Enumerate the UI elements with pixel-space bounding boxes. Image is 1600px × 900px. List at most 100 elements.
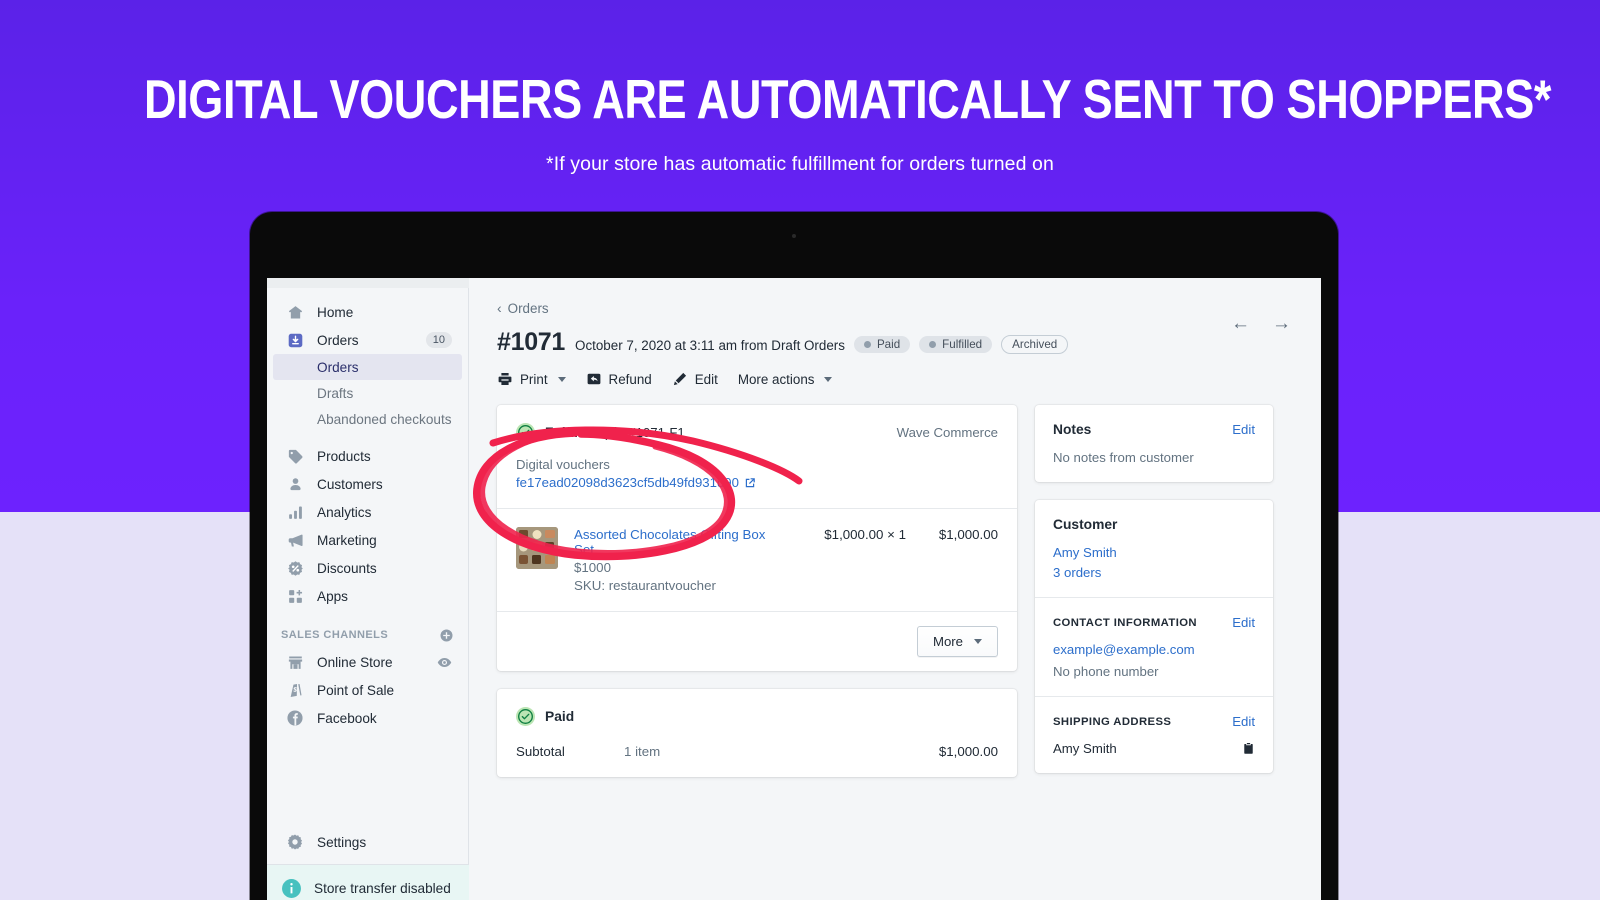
orders-count-badge: 10 <box>425 332 452 348</box>
breadcrumb-label: Orders <box>507 300 549 316</box>
digital-voucher-code: fe17ead02098d3623cf5db49fd931d90 <box>516 475 739 490</box>
line-item-variant: $1000 <box>574 560 611 575</box>
payment-status-row: Paid <box>516 707 998 726</box>
laptop-camera-icon <box>792 234 796 238</box>
edit-button[interactable]: Edit <box>672 371 718 387</box>
refund-button[interactable]: Refund <box>586 371 652 387</box>
fulfillment-count: (1) <box>602 425 620 440</box>
customer-orders-link[interactable]: 3 orders <box>1053 565 1255 580</box>
screen: Home Orders 10 Orders Drafts Abandoned c… <box>267 278 1321 900</box>
sidebar-item-settings[interactable]: Settings <box>273 828 463 856</box>
customers-person-icon <box>285 474 305 494</box>
chevron-down-icon <box>557 376 566 382</box>
copy-icon[interactable] <box>1242 741 1255 756</box>
sidebar-item-online-store[interactable]: Online Store <box>273 648 462 676</box>
add-sales-channel-icon[interactable] <box>439 628 454 643</box>
notes-body: Notes Edit No notes from customer <box>1035 405 1273 482</box>
shipping-address-section: SHIPPING ADDRESS Edit Amy Smith <box>1035 696 1273 773</box>
subtotal-label: Subtotal <box>516 744 565 759</box>
contact-email-link[interactable]: example@example.com <box>1053 642 1255 657</box>
sidebar-item-apps[interactable]: Apps <box>273 582 462 610</box>
customer-name-link[interactable]: Amy Smith <box>1053 545 1255 560</box>
fulfillment-reference: #1071-F1 <box>628 425 685 440</box>
sidebar-item-marketing-label: Marketing <box>317 532 377 548</box>
edit-button-label: Edit <box>694 371 718 387</box>
promo-headline: DIGITAL VOUCHERS ARE AUTOMATICALLY SENT … <box>144 68 1552 130</box>
sidebar-item-home[interactable]: Home <box>273 298 462 326</box>
laptop-frame: Home Orders 10 Orders Drafts Abandoned c… <box>250 212 1338 900</box>
line-item-name[interactable]: Assorted Chocolates Gifting Box Set <box>574 527 786 557</box>
sidebar-item-home-label: Home <box>317 304 354 320</box>
refund-button-label: Refund <box>608 371 652 387</box>
order-action-bar: Print Refund Edit More actions <box>497 371 1291 387</box>
gear-icon <box>285 832 305 852</box>
sidebar-item-point-of-sale[interactable]: Point of Sale <box>273 676 462 704</box>
contact-edit-link[interactable]: Edit <box>1232 615 1255 630</box>
sidebar-top-strip <box>267 278 469 288</box>
chevron-down-icon <box>974 639 982 644</box>
shipping-title: SHIPPING ADDRESS <box>1053 715 1172 728</box>
eye-icon[interactable] <box>437 655 452 670</box>
sidebar-item-orders[interactable]: Orders 10 <box>273 326 462 354</box>
sales-channels-header: SALES CHANNELS <box>267 622 468 648</box>
sidebar-item-products[interactable]: Products <box>273 442 462 470</box>
promo-text-block: DIGITAL VOUCHERS ARE AUTOMATICALLY SENT … <box>0 72 1600 176</box>
fulfillment-card: Fulfilled (1) #1071-F1 Wave Commerce Dig… <box>497 405 1017 671</box>
totals-row: Subtotal 1 item $1,000.00 <box>516 744 998 759</box>
sidebar-nav: Home Orders 10 Orders Drafts Abandoned c… <box>267 278 468 732</box>
sidebar-item-point-of-sale-label: Point of Sale <box>317 682 395 698</box>
breadcrumb[interactable]: ‹ Orders <box>497 300 1291 316</box>
notes-edit-link[interactable]: Edit <box>1232 422 1255 437</box>
sales-channels-label: SALES CHANNELS <box>281 629 389 641</box>
order-columns: Fulfilled (1) #1071-F1 Wave Commerce Dig… <box>497 405 1291 795</box>
more-button[interactable]: More <box>916 626 998 657</box>
storefront-icon <box>285 652 305 672</box>
sidebar-subitem-drafts[interactable]: Drafts <box>273 380 462 406</box>
sidebar-item-customers[interactable]: Customers <box>273 470 462 498</box>
status-dot-icon <box>929 341 937 348</box>
sidebar-item-customers-label: Customers <box>317 476 383 492</box>
sidebar-subitem-orders[interactable]: Orders <box>273 354 462 380</box>
sidebar-item-products-label: Products <box>317 448 371 464</box>
more-actions-button[interactable]: More actions <box>738 372 833 387</box>
more-button-label: More <box>932 634 963 649</box>
refund-icon <box>586 371 602 387</box>
fulfillment-header: Fulfilled (1) #1071-F1 Wave Commerce Dig… <box>497 405 1017 508</box>
notes-empty-text: No notes from customer <box>1053 450 1194 465</box>
check-circle-icon <box>516 707 535 726</box>
pos-icon <box>285 680 305 700</box>
status-badge-fulfilled-label: Fulfilled <box>942 338 983 351</box>
product-thumbnail[interactable] <box>516 527 558 569</box>
line-item-total: $1,000.00 <box>938 527 998 542</box>
sidebar-item-marketing[interactable]: Marketing <box>273 526 462 554</box>
promo-subheadline: *If your store has automatic fulfillment… <box>546 153 1054 175</box>
shipping-name: Amy Smith <box>1053 741 1117 756</box>
digital-voucher-link[interactable]: fe17ead02098d3623cf5db49fd931d90 <box>516 475 998 490</box>
customer-card: Customer Amy Smith 3 orders CONTACT INFO… <box>1035 500 1273 773</box>
sidebar-item-facebook-label: Facebook <box>317 710 377 726</box>
order-meta: October 7, 2020 at 3:11 am from Draft Or… <box>575 338 845 353</box>
sidebar-item-discounts[interactable]: Discounts <box>273 554 462 582</box>
previous-order-icon[interactable]: ← <box>1231 314 1250 333</box>
info-icon <box>281 878 302 899</box>
shipping-edit-link[interactable]: Edit <box>1232 714 1255 729</box>
store-transfer-banner[interactable]: Store transfer disabled <box>267 864 469 900</box>
contact-header: CONTACT INFORMATION Edit <box>1053 615 1255 630</box>
next-order-icon[interactable]: → <box>1272 314 1291 333</box>
line-items-section: Assorted Chocolates Gifting Box Set $100… <box>497 508 1017 611</box>
sidebar-item-orders-label: Orders <box>317 332 359 348</box>
customer-section: Customer Amy Smith 3 orders <box>1035 500 1273 597</box>
status-badge-fulfilled: Fulfilled <box>919 336 993 353</box>
discounts-percent-icon <box>285 558 305 578</box>
sidebar-subitem-abandoned-checkouts[interactable]: Abandoned checkouts <box>273 406 462 432</box>
sidebar-item-analytics[interactable]: Analytics <box>273 498 462 526</box>
fulfillment-footer: More <box>497 611 1017 671</box>
line-item-quantity-price: $1,000.00 × 1 <box>824 527 906 542</box>
page-title: #1071 <box>497 328 566 356</box>
more-actions-button-label: More actions <box>737 371 815 387</box>
sidebar-item-facebook[interactable]: Facebook <box>273 704 462 732</box>
sidebar: Home Orders 10 Orders Drafts Abandoned c… <box>267 278 469 900</box>
sidebar-item-analytics-label: Analytics <box>317 504 372 520</box>
print-button[interactable]: Print <box>497 371 566 387</box>
